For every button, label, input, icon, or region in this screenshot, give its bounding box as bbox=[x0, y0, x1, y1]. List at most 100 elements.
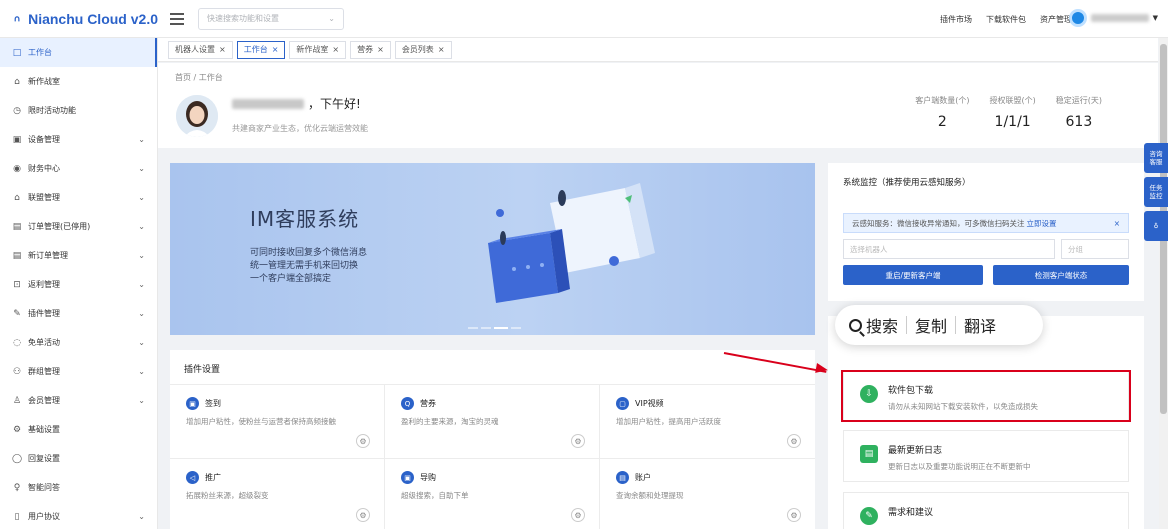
chevron-down-icon: ⌄ bbox=[328, 14, 335, 23]
sidebar-item[interactable]: ⊡ 返利管理 ⌄ bbox=[0, 270, 157, 299]
user-phone-blurred bbox=[232, 98, 304, 109]
sidebar-item-label: 新作战室 bbox=[28, 77, 60, 86]
sidebar-item[interactable]: ♀ 智能问答 bbox=[0, 473, 157, 502]
plugin-name-row: ▤ 账户 bbox=[616, 471, 815, 484]
chevron-down-icon: ⌄ bbox=[138, 512, 145, 521]
gear-icon[interactable]: ⚙ bbox=[356, 508, 370, 522]
tab-label: 营券 bbox=[357, 45, 374, 54]
plugin-card[interactable]: ◁ 推广 拓展粉丝来源，超级裂变 ⚙ bbox=[170, 458, 385, 529]
close-icon[interactable]: × bbox=[219, 45, 226, 54]
divider bbox=[906, 316, 908, 334]
plugins-title: 插件设置 bbox=[184, 365, 221, 375]
robot-select[interactable]: 选择机器人 bbox=[843, 239, 1055, 259]
update-log-card[interactable]: ▤ 最新更新日志 更新日志以及重要功能说明正在不断更新中 bbox=[843, 430, 1129, 482]
tab[interactable]: 工作台 × bbox=[236, 40, 286, 59]
sidebar-item[interactable]: ◌ 免单活动 ⌄ bbox=[0, 328, 157, 357]
banner-illustration bbox=[488, 183, 655, 303]
tab[interactable]: 新作战室 × bbox=[289, 40, 347, 59]
sidebar-item[interactable]: ♙ 会员管理 ⌄ bbox=[0, 386, 157, 415]
tab-label: 会员列表 bbox=[401, 45, 434, 54]
tab[interactable]: 会员列表 × bbox=[394, 40, 452, 59]
popup-copy-button[interactable]: 复制 bbox=[915, 313, 947, 337]
plugin-desc: 盈利的主要来源，淘宝的灵魂 bbox=[401, 417, 499, 426]
close-icon[interactable]: × bbox=[272, 45, 279, 54]
sidebar-item[interactable]: ◯ 回复设置 bbox=[0, 444, 157, 473]
card-title: 需求和建议 bbox=[888, 508, 934, 518]
notice-link[interactable]: 立即设置 bbox=[1027, 218, 1057, 229]
banner-pagination[interactable] bbox=[468, 327, 521, 329]
breadcrumb: 首页 / 工作台 bbox=[175, 73, 223, 82]
document-icon: ▤ bbox=[860, 445, 878, 463]
stat-value: 2 bbox=[937, 114, 947, 130]
sidebar-item[interactable]: ⌂ 联盟管理 ⌄ bbox=[0, 183, 157, 212]
logo[interactable]: Nianchu Cloud v2.0 bbox=[0, 0, 158, 38]
plugin-card[interactable]: ▤ 账户查询余额和处理提现 ⚙ bbox=[600, 458, 815, 529]
sidebar-item[interactable]: ▣ 设备管理 ⌄ bbox=[0, 125, 157, 154]
check-client-button[interactable]: 检测客户端状态 bbox=[993, 265, 1129, 285]
sidebar-item[interactable]: ⌂ 新作战室 bbox=[0, 67, 157, 96]
tab-bar: 机器人设置 × 工作台 × 新作战室 × 营券 × 会员列表 × bbox=[158, 38, 1158, 62]
user-menu[interactable]: ▼ bbox=[1068, 9, 1158, 27]
plugin-icon: Q bbox=[401, 397, 414, 410]
plugin-card[interactable]: ▣ 签到 增加用户粘性，使粉丝与运营者保持高频接触 ⚙ bbox=[170, 384, 385, 458]
sidebar-item-label: 免单活动 bbox=[28, 338, 60, 347]
quick-search-select[interactable]: 快速搜索功能和设置 ⌄ bbox=[198, 7, 344, 30]
chevron-down-icon: ⌄ bbox=[138, 164, 145, 173]
sidebar-item[interactable]: ⚇ 群组管理 ⌄ bbox=[0, 357, 157, 386]
sidebar-item-icon: ◌ bbox=[13, 337, 21, 348]
floating-button[interactable]: 任务 监控 bbox=[1144, 177, 1168, 207]
floating-button[interactable]: ♁ bbox=[1144, 211, 1168, 241]
plugin-card[interactable]: Q 营券 盈利的主要来源，淘宝的灵魂 ⚙ bbox=[385, 384, 600, 458]
popup-translate-button[interactable]: 翻译 bbox=[964, 313, 996, 337]
group-select[interactable]: 分组 bbox=[1061, 239, 1129, 259]
sidebar-item-icon: ◉ bbox=[13, 163, 21, 174]
sidebar-item[interactable]: ▤ 订单管理(已停用) ⌄ bbox=[0, 212, 157, 241]
gear-icon[interactable]: ⚙ bbox=[787, 434, 801, 448]
close-icon[interactable]: × bbox=[332, 45, 339, 54]
plugin-desc: 增加用户粘性，提高用户活跃度 bbox=[616, 417, 721, 426]
caret-down-icon: ▼ bbox=[1152, 14, 1158, 22]
sidebar-item-label: 智能问答 bbox=[28, 483, 60, 492]
plugin-card[interactable]: ▣ 导购 超级搜索，自助下单 ⚙ bbox=[385, 458, 600, 529]
sidebar-item-icon: ▤ bbox=[12, 221, 22, 232]
restart-client-button[interactable]: 重启/更新客户端 bbox=[843, 265, 983, 285]
floating-button[interactable]: 咨询 客服 bbox=[1144, 143, 1168, 173]
scrollbar[interactable] bbox=[1159, 38, 1168, 529]
menu-toggle-icon[interactable] bbox=[170, 12, 184, 25]
close-icon[interactable]: × bbox=[1114, 219, 1120, 228]
popup-search-button[interactable]: 搜索 bbox=[866, 313, 898, 337]
sidebar-item-icon: ⊡ bbox=[13, 279, 21, 290]
sidebar-item[interactable]: ▤ 新订单管理 ⌄ bbox=[0, 241, 157, 270]
plugin-name: 账户 bbox=[635, 473, 651, 482]
plugin-card[interactable]: ▢ VIP视频 增加用户粘性，提高用户活跃度 ⚙ bbox=[600, 384, 815, 458]
top-link-download[interactable]: 下载软件包 bbox=[986, 14, 1026, 25]
feedback-card[interactable]: ✎ 需求和建议 bbox=[843, 492, 1129, 529]
close-icon[interactable]: × bbox=[377, 45, 384, 54]
top-link-assets[interactable]: 资产管理 bbox=[1040, 14, 1072, 25]
sidebar-item[interactable]: ◉ 财务中心 ⌄ bbox=[0, 154, 157, 183]
gear-icon[interactable]: ⚙ bbox=[787, 508, 801, 522]
gear-icon[interactable]: ⚙ bbox=[356, 434, 370, 448]
sidebar-item[interactable]: ▯ 用户协议 ⌄ bbox=[0, 502, 157, 529]
sidebar-item-icon: ▣ bbox=[12, 134, 22, 145]
sidebar-item-label: 限时活动功能 bbox=[28, 106, 76, 115]
sidebar-item[interactable]: ◷ 限时活动功能 bbox=[0, 96, 157, 125]
plugin-name: VIP视频 bbox=[635, 399, 664, 408]
tab[interactable]: 机器人设置 × bbox=[168, 40, 233, 59]
im-banner[interactable]: IM客服系统 可同时接收回复多个微信消息 统一管理无需手机来回切换 一个客户端全… bbox=[170, 163, 815, 335]
close-icon[interactable]: × bbox=[438, 45, 445, 54]
sidebar-item-label: 新订单管理 bbox=[28, 251, 68, 260]
gear-icon[interactable]: ⚙ bbox=[571, 508, 585, 522]
tab[interactable]: 营券 × bbox=[350, 40, 391, 59]
chevron-down-icon: ⌄ bbox=[138, 396, 145, 405]
stat-value: 613 bbox=[1065, 114, 1093, 130]
sidebar-item[interactable]: □ 工作台 bbox=[0, 38, 157, 67]
gear-icon[interactable]: ⚙ bbox=[571, 434, 585, 448]
plugin-name-row: ▣ 导购 bbox=[401, 471, 599, 484]
plugin-desc: 查询余额和处理提现 bbox=[616, 491, 684, 500]
stat-clients: 客户端数量(个) 2 bbox=[915, 95, 969, 130]
top-link-plugin-market[interactable]: 插件市场 bbox=[940, 14, 972, 25]
sidebar-item[interactable]: ✎ 插件管理 ⌄ bbox=[0, 299, 157, 328]
sidebar-item[interactable]: ⚙ 基础设置 bbox=[0, 415, 157, 444]
floating-buttons: 咨询 客服任务 监控 ♁ bbox=[1144, 143, 1168, 241]
